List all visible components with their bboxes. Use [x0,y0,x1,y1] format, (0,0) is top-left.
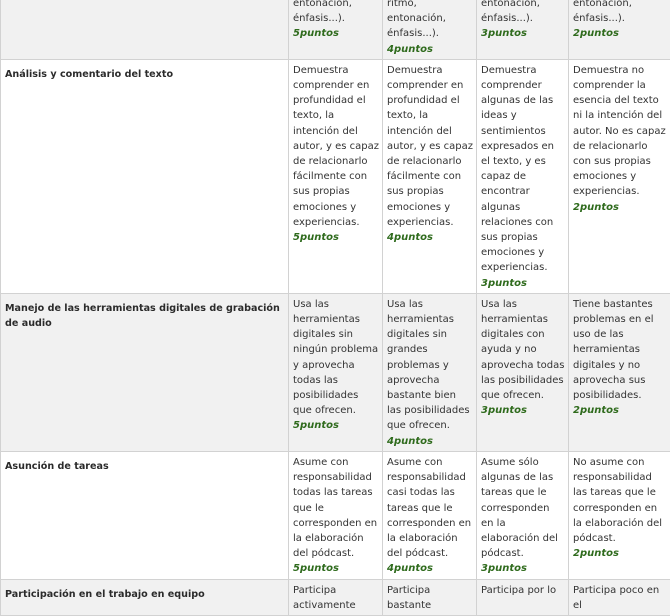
rubric-table: entonación, énfasis...). 5puntos ritmo, … [0,0,670,616]
level-description: entonación, énfasis...). [481,0,565,26]
level-cell: Usa las herramientas digitales sin grand… [383,293,477,451]
level-cell: Participa activamente [289,579,383,615]
criterion-cell [1,0,289,59]
level-cell: Demuestra comprender en profundidad el t… [289,59,383,293]
level-cell: Asume con responsabilidad todas las tare… [289,451,383,579]
level-points: 3puntos [481,26,565,41]
level-description: ritmo, entonación, énfasis...). [387,0,473,42]
level-points: 3puntos [481,403,565,418]
level-description: Asume con responsabilidad todas las tare… [293,455,379,561]
level-points: 4puntos [387,42,473,57]
level-points: 4puntos [387,230,473,245]
level-cell: entonación, énfasis...). 2puntos [569,0,670,59]
rubric-row: Análisis y comentario del texto Demuestr… [1,59,670,293]
level-description: Usa las herramientas digitales sin ningú… [293,297,379,419]
level-cell: Asume sólo algunas de las tareas que le … [477,451,569,579]
criterion-cell: Análisis y comentario del texto [1,59,289,293]
level-cell: Demuestra no comprender la esencia del t… [569,59,670,293]
level-points: 3puntos [481,561,565,576]
level-description: Demuestra comprender en profundidad el t… [387,63,473,230]
level-description: Tiene bastantes problemas en el uso de l… [573,297,667,403]
level-cell: Tiene bastantes problemas en el uso de l… [569,293,670,451]
level-description: Demuestra comprender en profundidad el t… [293,63,379,230]
level-cell: Asume con responsabilidad casi todas las… [383,451,477,579]
level-cell: Demuestra comprender en profundidad el t… [383,59,477,293]
rubric-row: Asunción de tareas Asume con responsabil… [1,451,670,579]
rubric-row: Manejo de las herramientas digitales de … [1,293,670,451]
criterion-cell: Participación en el trabajo en equipo [1,579,289,615]
level-description: Asume con responsabilidad casi todas las… [387,455,473,561]
level-cell: Usa las herramientas digitales sin ningú… [289,293,383,451]
level-description: Demuestra comprender algunas de las idea… [481,63,565,276]
level-description: Participa poco en el [573,583,667,613]
rubric-row: entonación, énfasis...). 5puntos ritmo, … [1,0,670,59]
criterion-cell: Manejo de las herramientas digitales de … [1,293,289,451]
level-cell: No asume con responsabilidad las tareas … [569,451,670,579]
level-points: 5puntos [293,230,379,245]
level-points: 2puntos [573,403,667,418]
level-description: Participa activamente [293,583,379,613]
level-points: 3puntos [481,276,565,291]
level-cell: entonación, énfasis...). 5puntos [289,0,383,59]
level-points: 5puntos [293,561,379,576]
level-cell: Usa las herramientas digitales con ayuda… [477,293,569,451]
level-description: No asume con responsabilidad las tareas … [573,455,667,546]
level-description: Usa las herramientas digitales con ayuda… [481,297,565,403]
level-cell: Demuestra comprender algunas de las idea… [477,59,569,293]
level-description: Usa las herramientas digitales sin grand… [387,297,473,434]
level-description: entonación, énfasis...). [573,0,667,26]
level-cell: ritmo, entonación, énfasis...). 4puntos [383,0,477,59]
level-description: Participa bastante [387,583,473,613]
level-description: Demuestra no comprender la esencia del t… [573,63,667,200]
level-points: 5puntos [293,418,379,433]
level-description: entonación, énfasis...). [293,0,379,26]
level-points: 4puntos [387,434,473,449]
criterion-cell: Asunción de tareas [1,451,289,579]
level-points: 2puntos [573,546,667,561]
level-description: Asume sólo algunas de las tareas que le … [481,455,565,561]
rubric-row: Participación en el trabajo en equipo Pa… [1,579,670,615]
level-cell: Participa poco en el [569,579,670,615]
level-points: 2puntos [573,26,667,41]
level-cell: Participa bastante [383,579,477,615]
level-cell: Participa por lo [477,579,569,615]
level-points: 2puntos [573,200,667,215]
level-points: 4puntos [387,561,473,576]
level-points: 5puntos [293,26,379,41]
level-description: Participa por lo [481,583,565,598]
level-cell: entonación, énfasis...). 3puntos [477,0,569,59]
